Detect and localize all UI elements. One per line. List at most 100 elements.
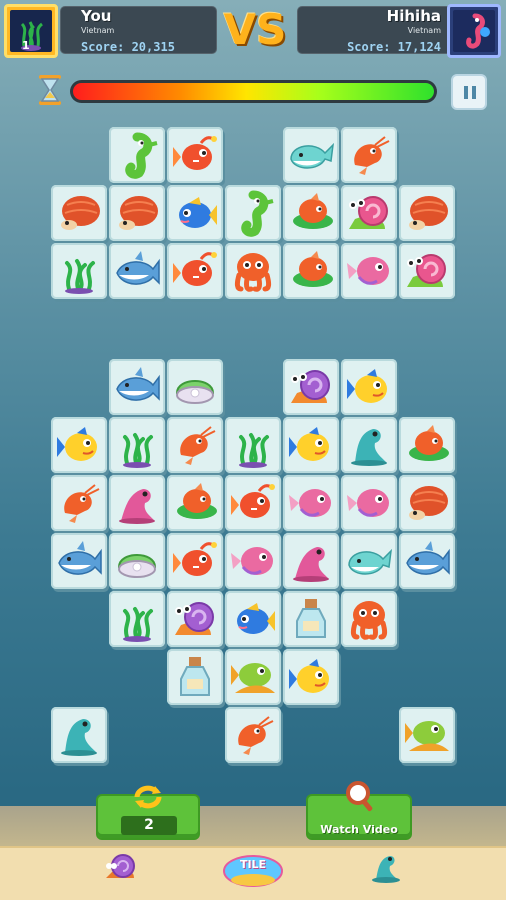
seal-icon [351, 429, 387, 466]
seal-icon [61, 719, 97, 756]
tile[interactable] [109, 475, 165, 531]
tile[interactable] [399, 707, 455, 763]
tile[interactable] [341, 475, 397, 531]
tile[interactable] [341, 243, 397, 299]
tile[interactable] [167, 649, 223, 705]
pink-fish-icon [347, 489, 389, 517]
tile[interactable] [225, 591, 281, 647]
tile[interactable] [399, 533, 455, 589]
tile[interactable] [283, 417, 339, 473]
tile[interactable] [225, 533, 281, 589]
shark-icon [116, 367, 160, 401]
tile[interactable] [225, 649, 281, 705]
hermit-crab-icon [409, 486, 448, 520]
player-score: Score: 20,315 [81, 40, 175, 54]
tile[interactable] [109, 185, 165, 241]
tile[interactable] [283, 649, 339, 705]
shrimp-icon [180, 426, 216, 465]
watch-video-button[interactable]: Watch Video [306, 781, 412, 840]
tile[interactable] [225, 417, 281, 473]
shark-icon [58, 541, 102, 575]
seahorse-icon [125, 132, 158, 179]
tile[interactable] [109, 243, 165, 299]
opponent-avatar [447, 4, 501, 58]
tile[interactable] [51, 533, 107, 589]
octopus-icon [234, 253, 272, 292]
goldfish-icon [173, 542, 217, 576]
tile[interactable] [167, 591, 223, 647]
tile[interactable] [341, 359, 397, 415]
tile[interactable] [283, 359, 339, 415]
tile[interactable] [109, 127, 165, 183]
opponent-country: Vietnam [407, 26, 441, 35]
watch-video-label: Watch Video [320, 823, 398, 836]
tile[interactable] [167, 417, 223, 473]
tile[interactable] [283, 533, 339, 589]
tile[interactable] [109, 417, 165, 473]
tile[interactable] [341, 591, 397, 647]
pause-icon [464, 86, 468, 99]
hermit-crab-icon [119, 196, 158, 230]
player-avatar: 1 [4, 4, 58, 58]
tile[interactable] [225, 475, 281, 531]
game-logo: TILE [222, 852, 284, 890]
purple-snail-icon [291, 370, 330, 403]
tile[interactable] [283, 185, 339, 241]
tile[interactable] [283, 591, 339, 647]
seal-icon[interactable] [368, 850, 404, 884]
tile[interactable] [341, 533, 397, 589]
tile[interactable] [341, 417, 397, 473]
tile[interactable] [167, 475, 223, 531]
purple-snail-icon [175, 602, 214, 635]
tile[interactable] [225, 185, 281, 241]
tile[interactable] [51, 707, 107, 763]
tile[interactable] [51, 417, 107, 473]
purple-snail-icon[interactable] [104, 850, 140, 884]
tile[interactable] [399, 185, 455, 241]
snail-icon [407, 254, 446, 287]
yellow-fish-icon [289, 659, 329, 693]
pause-icon [472, 86, 476, 99]
pink-seal-icon [293, 547, 329, 582]
tile[interactable] [109, 359, 165, 415]
goldfish-icon [173, 136, 217, 170]
pause-button[interactable] [451, 74, 487, 110]
tile[interactable] [109, 533, 165, 589]
blue-fish-icon [179, 197, 217, 228]
green-fish-icon [405, 721, 449, 751]
tile[interactable] [109, 591, 165, 647]
tile[interactable] [51, 243, 107, 299]
clam-icon [117, 554, 157, 578]
timer-bar [70, 80, 437, 103]
blue-fish-icon [237, 603, 275, 634]
tile[interactable] [399, 475, 455, 531]
tile[interactable] [167, 359, 223, 415]
octopus-icon [350, 601, 388, 640]
tile[interactable] [283, 475, 339, 531]
tile[interactable] [167, 127, 223, 183]
tile[interactable] [283, 127, 339, 183]
tile[interactable] [399, 243, 455, 299]
tile[interactable] [167, 243, 223, 299]
tile[interactable] [51, 185, 107, 241]
clam-icon [175, 380, 215, 404]
tile[interactable] [167, 533, 223, 589]
magnifier-icon [346, 781, 373, 812]
bottle-icon [296, 599, 326, 638]
tile[interactable] [167, 185, 223, 241]
tile[interactable] [341, 185, 397, 241]
tile[interactable] [225, 707, 281, 763]
tile[interactable] [341, 127, 397, 183]
shuffle-button[interactable]: 2 [96, 785, 200, 840]
tile[interactable] [283, 243, 339, 299]
logo-text: TILE [239, 858, 267, 871]
tile[interactable] [225, 243, 281, 299]
tile[interactable] [399, 417, 455, 473]
shrimp-icon [238, 716, 274, 755]
goldfish-icon [173, 252, 217, 286]
pink-fish-icon [289, 489, 331, 517]
shrimp-icon [354, 136, 390, 175]
tile[interactable] [51, 475, 107, 531]
player-country: Vietnam [81, 26, 115, 35]
hermit-crab-icon [409, 196, 448, 230]
